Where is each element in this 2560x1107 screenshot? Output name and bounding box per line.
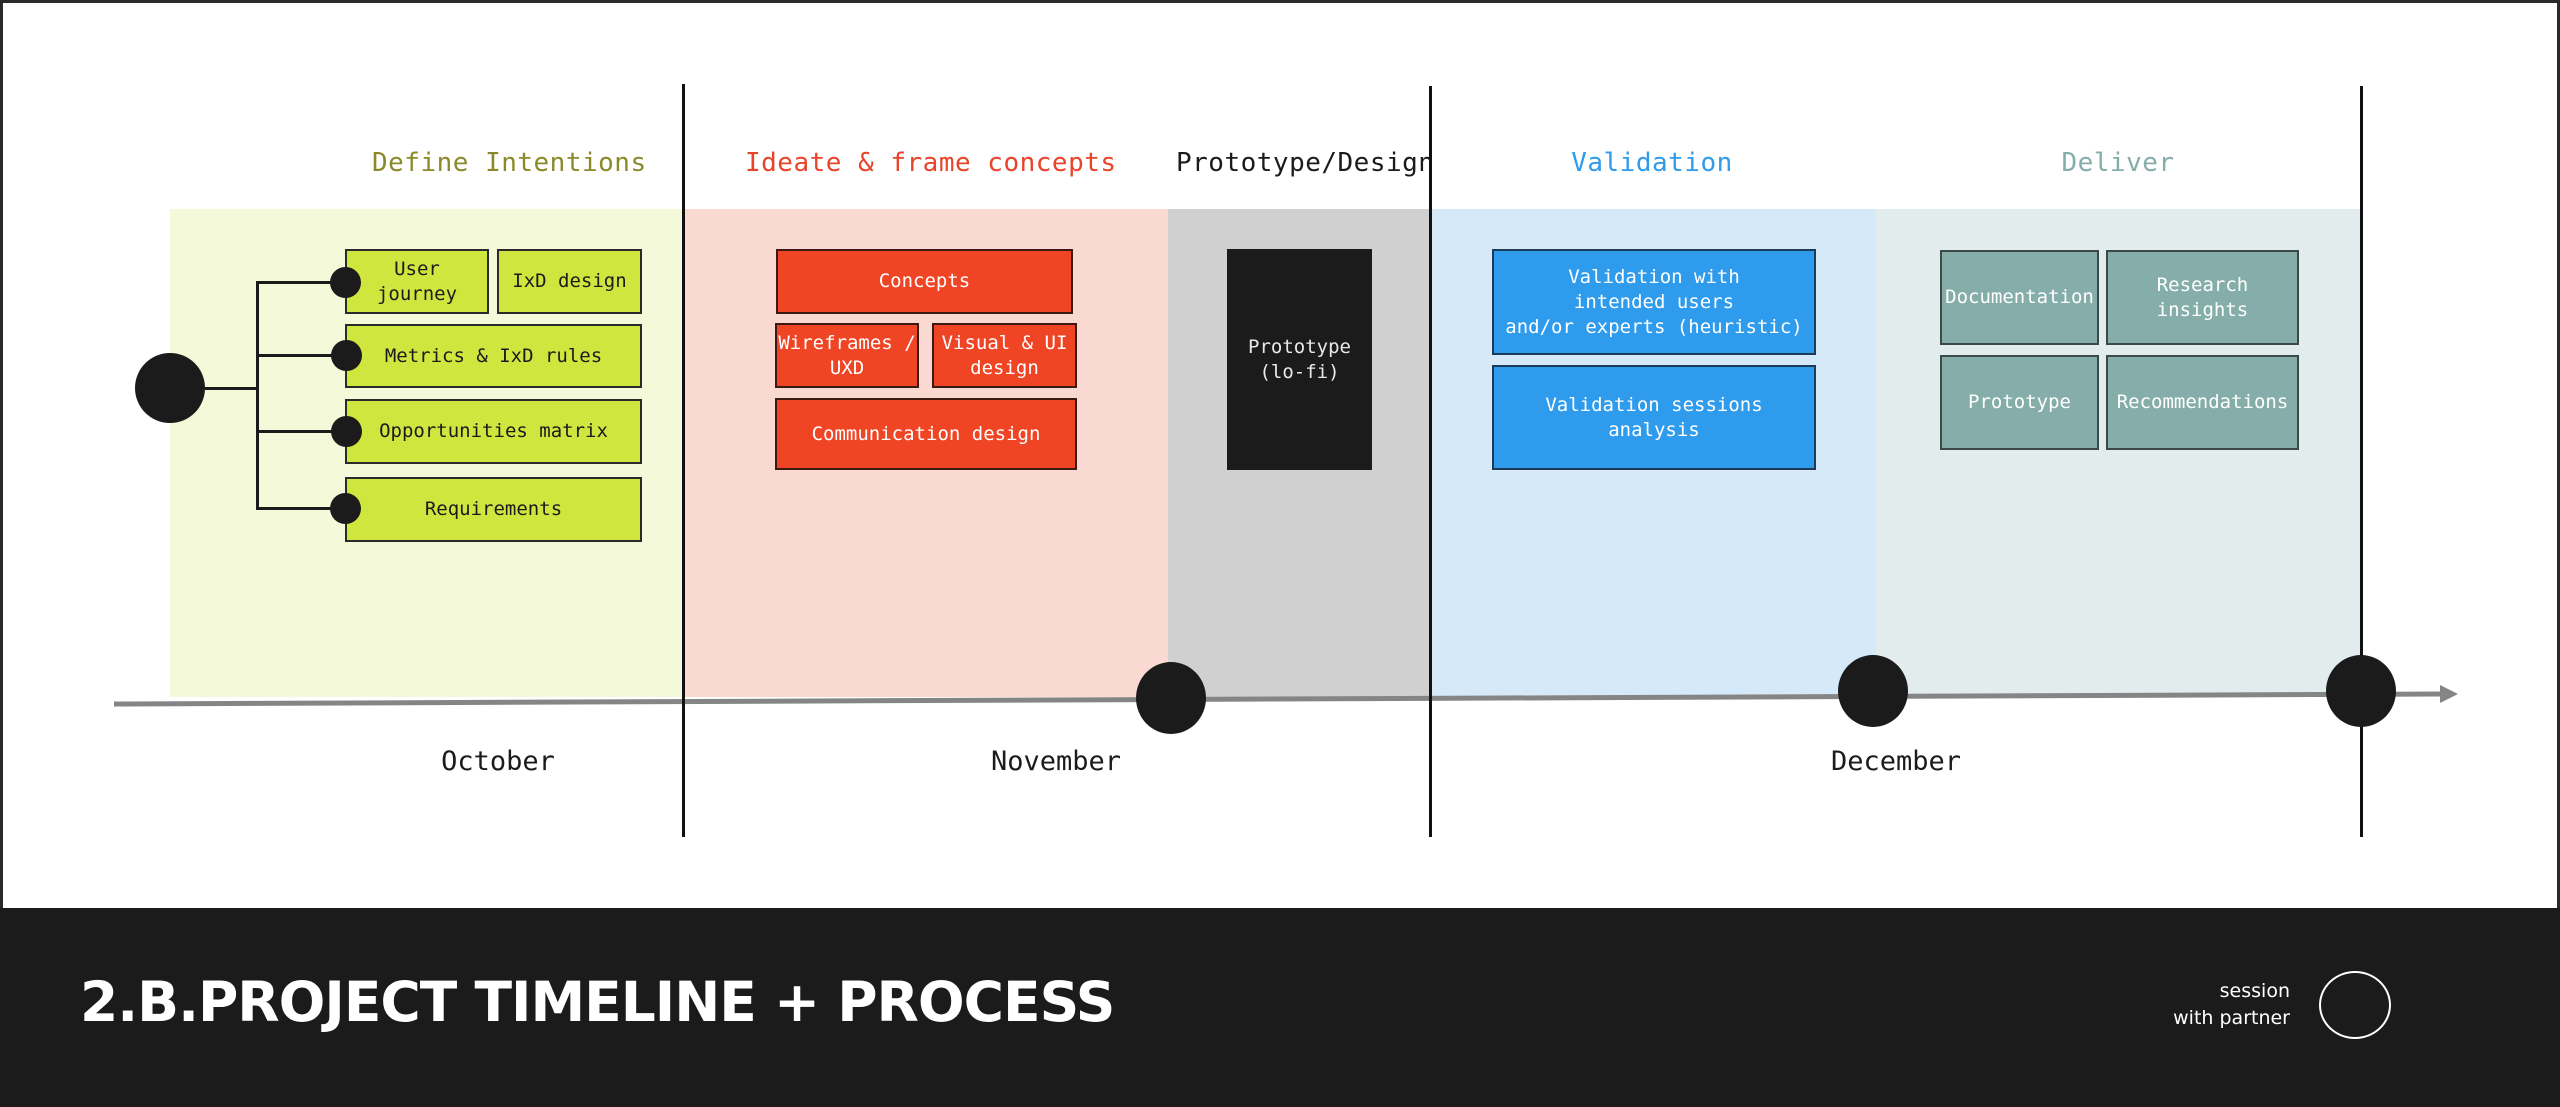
month-label-december: December (1830, 746, 1962, 777)
card-visual-ui-design: Visual & UI design (932, 323, 1077, 388)
month-label-october: October (441, 746, 555, 777)
card-metrics-ixd-rules: Metrics & IxD rules (345, 324, 642, 388)
card-prototype: Prototype (1940, 355, 2099, 450)
milestone-node-2 (1838, 655, 1908, 727)
legend-label: session with partner (2173, 980, 2290, 1029)
card-validation-with-users: Validation with intended users and/or ex… (1492, 249, 1816, 355)
define-root-node (135, 353, 205, 423)
tree-connector-spine (256, 281, 259, 510)
card-concepts: Concepts (776, 249, 1073, 314)
milestone-node-1 (1136, 662, 1206, 734)
card-communication-design: Communication design (775, 398, 1077, 470)
card-ixd-design: IxD design (497, 249, 642, 314)
tree-node-opportunities (331, 416, 362, 447)
tree-node-requirements (330, 493, 361, 524)
tree-node-user-journey (330, 267, 361, 298)
card-requirements: Requirements (345, 477, 642, 542)
card-research-insights: Research insights (2106, 250, 2299, 345)
card-documentation: Documentation (1940, 250, 2099, 345)
card-validation-sessions-analysis: Validation sessions analysis (1492, 365, 1816, 470)
divider-november-december (1429, 86, 1432, 837)
card-recommendations: Recommendations (2106, 355, 2299, 450)
slide-title: 2.B.PROJECT TIMELINE + PROCESS (80, 970, 1115, 1034)
tree-connector-root (205, 387, 259, 390)
card-opportunities-matrix: Opportunities matrix (345, 399, 642, 464)
milestone-node-3 (2326, 655, 2396, 727)
tree-node-metrics (331, 340, 362, 371)
card-wireframes-uxd: Wireframes / UXD (775, 323, 919, 388)
legend-circle-icon (2319, 971, 2391, 1039)
month-label-november: November (990, 746, 1122, 777)
timeline-line (113, 691, 2441, 707)
timeline-arrowhead-icon (2440, 685, 2458, 703)
divider-october-november (682, 84, 685, 837)
card-prototype-lofi: Prototype (lo-fi) (1227, 249, 1372, 470)
card-user-journey: User journey (345, 249, 489, 314)
